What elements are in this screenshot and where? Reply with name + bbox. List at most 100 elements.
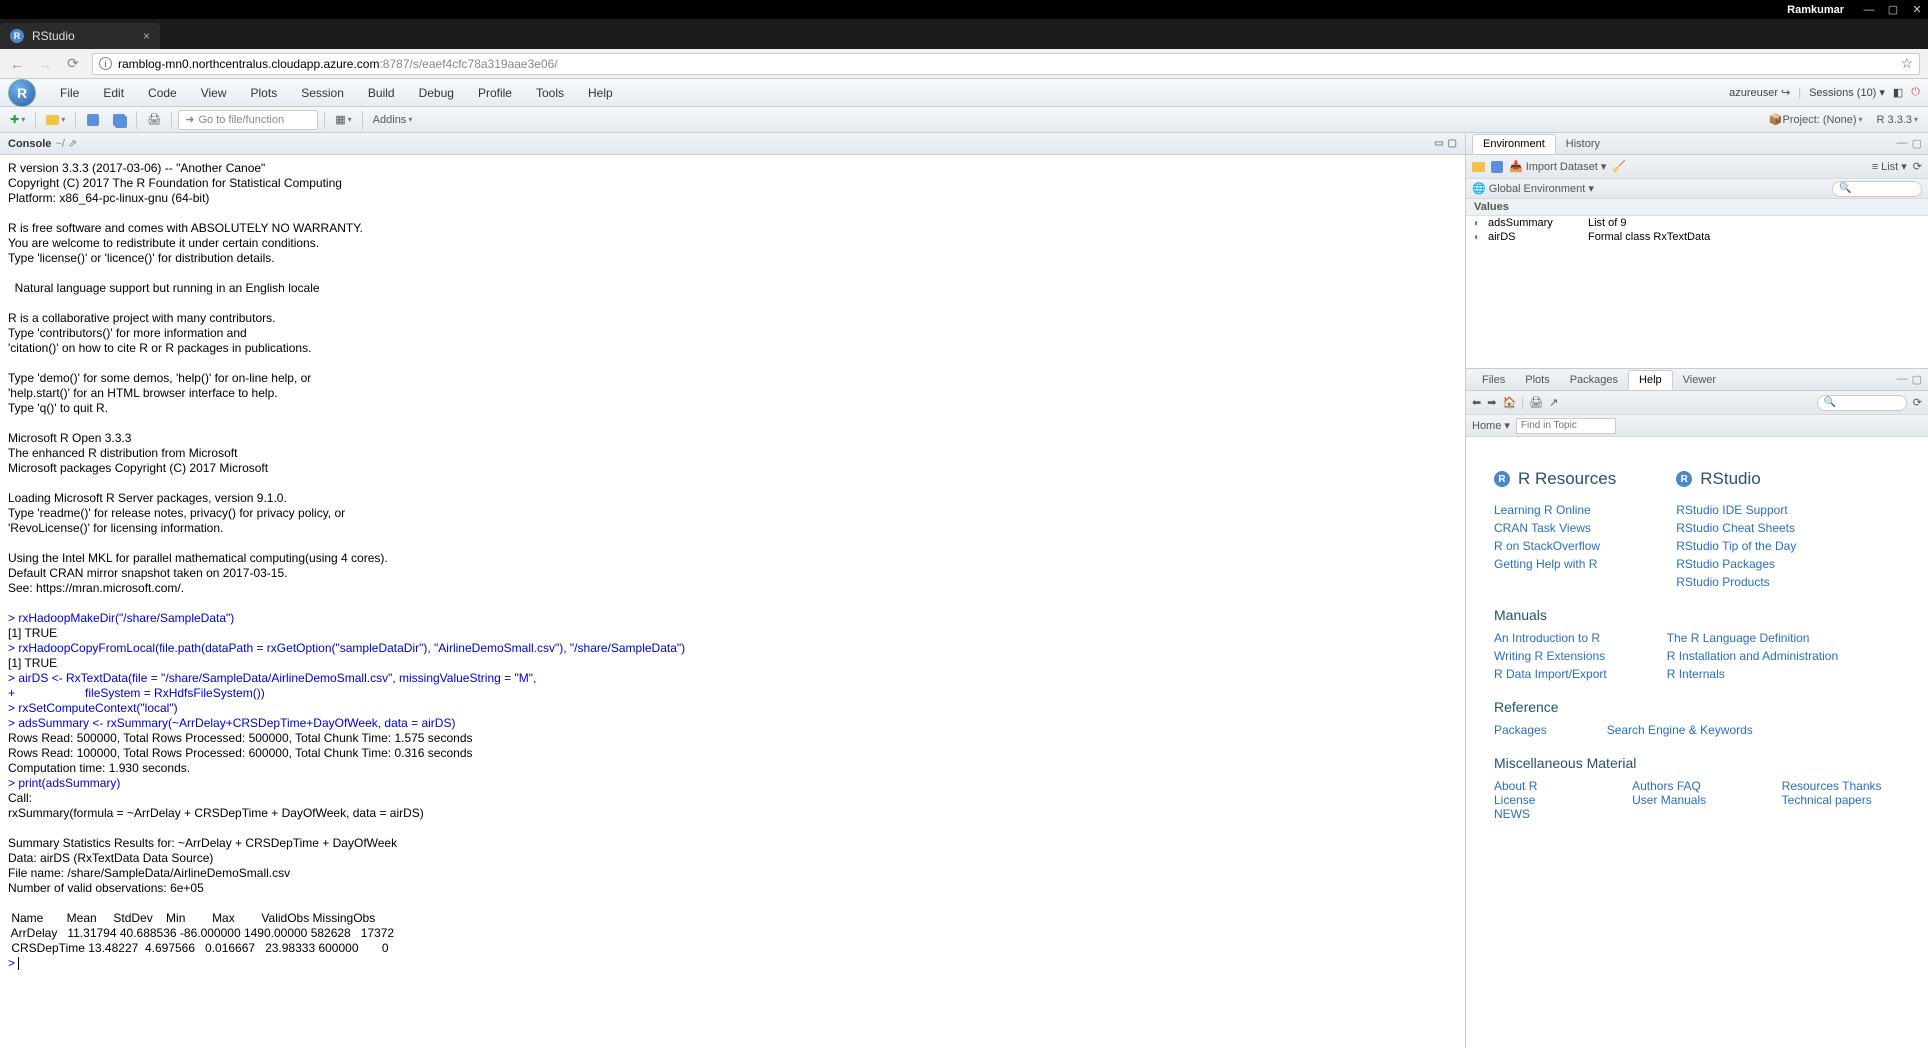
window-close-icon[interactable]: ✕ (1910, 3, 1924, 17)
env-view-mode[interactable]: ≡ List ▾ (1872, 160, 1907, 173)
menu-view[interactable]: View (191, 82, 237, 104)
tab-environment[interactable]: Environment (1472, 134, 1556, 154)
goto-file-input[interactable]: ➜ Go to file/function (178, 110, 318, 130)
tab-help[interactable]: Help (1628, 370, 1673, 390)
menu-session[interactable]: Session (291, 82, 354, 104)
find-in-topic-input[interactable] (1516, 418, 1616, 434)
print-button[interactable]: 🖨 (143, 110, 165, 130)
panel-collapse-icon[interactable]: — (1897, 373, 1908, 386)
expand-icon[interactable]: ◐ (1474, 232, 1488, 243)
help-link[interactable]: License (1494, 793, 1535, 807)
help-link[interactable]: RStudio Products (1676, 575, 1796, 589)
menu-plots[interactable]: Plots (241, 82, 288, 104)
sessions-menu[interactable]: Sessions (10) ▾ (1809, 86, 1885, 99)
help-popout-button[interactable]: ↗ (1549, 396, 1558, 409)
browser-addressbar: ← → ⟳ i ramblog-mn0.northcentralus.cloud… (0, 49, 1928, 79)
nav-reload-icon[interactable]: ⟳ (64, 55, 82, 72)
panel-maximize-icon[interactable]: ▢ (1448, 138, 1457, 149)
help-link[interactable]: Packages (1494, 723, 1547, 737)
panel-minimize-icon[interactable]: ▭ (1434, 138, 1443, 149)
help-print-button[interactable]: 🖨 (1529, 396, 1543, 409)
tab-packages[interactable]: Packages (1560, 371, 1628, 389)
help-link[interactable]: About R (1494, 779, 1537, 793)
menu-tools[interactable]: Tools (526, 82, 574, 104)
window-minimize-icon[interactable]: — (1862, 3, 1876, 17)
menu-build[interactable]: Build (358, 82, 405, 104)
help-link[interactable]: An Introduction to R (1494, 631, 1607, 645)
help-link[interactable]: Learning R Online (1494, 503, 1616, 517)
expand-icon[interactable]: ◐ (1474, 218, 1488, 229)
help-link[interactable]: Thanks (1842, 779, 1881, 793)
console-panel: Console ~/ ⇗ ▭ ▢ R version 3.3.3 (2017-0… (0, 133, 1466, 1048)
help-link[interactable]: The R Language Definition (1667, 631, 1838, 645)
load-workspace-button[interactable] (1472, 162, 1485, 172)
refresh-env-button[interactable]: ⟳ (1913, 160, 1922, 173)
clear-workspace-button[interactable]: 🧹 (1612, 160, 1626, 173)
help-link[interactable]: RStudio IDE Support (1676, 503, 1796, 517)
grid-button[interactable]: ▦ (331, 110, 355, 130)
help-link[interactable]: Getting Help with R (1494, 557, 1616, 571)
import-dataset-button[interactable]: 📥 Import Dataset ▾ (1509, 160, 1606, 173)
site-info-icon[interactable]: i (99, 57, 112, 70)
help-forward-button[interactable]: ➡ (1487, 396, 1496, 409)
tab-viewer[interactable]: Viewer (1673, 371, 1726, 389)
help-link[interactable]: FAQ (1677, 779, 1701, 793)
tab-history[interactable]: History (1556, 135, 1610, 153)
help-refresh-button[interactable]: ⟳ (1913, 396, 1922, 409)
help-link[interactable]: CRAN Task Views (1494, 521, 1616, 535)
env-row[interactable]: ◐ airDS Formal class RxTextData (1466, 230, 1928, 244)
help-home-button[interactable]: 🏠 (1502, 396, 1516, 409)
tab-plots[interactable]: Plots (1515, 371, 1559, 389)
open-file-button[interactable] (42, 110, 69, 130)
help-link[interactable]: Resources (1782, 779, 1839, 793)
help-link[interactable]: RStudio Packages (1676, 557, 1796, 571)
menu-debug[interactable]: Debug (409, 82, 464, 104)
url-input[interactable]: i ramblog-mn0.northcentralus.cloudapp.az… (92, 53, 1920, 75)
tab-files[interactable]: Files (1472, 371, 1515, 389)
console-output[interactable]: R version 3.3.3 (2017-03-06) -- "Another… (0, 155, 1465, 1048)
bookmark-star-icon[interactable]: ☆ (1900, 55, 1913, 72)
help-link[interactable]: User Manuals (1632, 793, 1706, 807)
power-icon[interactable]: ⏻ (1911, 86, 1920, 99)
help-search-input[interactable]: 🔍 (1817, 395, 1907, 411)
panel-layout-icon[interactable]: ▢ (1912, 137, 1922, 150)
panel-collapse-icon[interactable]: — (1897, 137, 1908, 150)
help-link[interactable]: R on StackOverflow (1494, 539, 1616, 553)
help-link[interactable]: R Internals (1667, 667, 1838, 681)
help-link[interactable]: Technical papers (1782, 793, 1872, 807)
help-link[interactable]: R Installation and Administration (1667, 649, 1838, 663)
panel-layout-icon[interactable]: ▢ (1912, 373, 1922, 386)
project-menu[interactable]: 📦 Project: (None) (1765, 110, 1867, 130)
help-link[interactable]: R Data Import/Export (1494, 667, 1607, 681)
nav-forward-icon[interactable]: → (36, 56, 54, 72)
menu-code[interactable]: Code (138, 82, 187, 104)
env-row[interactable]: ◐ adsSummary List of 9 (1466, 216, 1928, 230)
addins-menu[interactable]: Addins (369, 110, 417, 130)
menu-edit[interactable]: Edit (93, 82, 134, 104)
help-link[interactable]: Writing R Extensions (1494, 649, 1607, 663)
help-link[interactable]: NEWS (1494, 807, 1530, 821)
window-maximize-icon[interactable]: ▢ (1886, 3, 1900, 17)
tab-close-icon[interactable]: × (143, 29, 150, 43)
r-version-menu[interactable]: R 3.3.3 (1873, 110, 1922, 130)
save-all-button[interactable] (108, 110, 130, 130)
docked-icon[interactable]: ◧ (1893, 86, 1903, 99)
help-link[interactable]: Search Engine & Keywords (1607, 723, 1753, 737)
help-link[interactable]: RStudio Cheat Sheets (1676, 521, 1796, 535)
nav-back-icon[interactable]: ← (8, 56, 26, 72)
console-path-picker-icon[interactable]: ⇗ (68, 137, 77, 150)
env-scope-selector[interactable]: 🌐 Global Environment ▾ (1472, 182, 1594, 195)
save-workspace-button[interactable] (1491, 161, 1503, 173)
help-breadcrumb[interactable]: Home ▾ (1472, 419, 1510, 432)
menu-profile[interactable]: Profile (468, 82, 522, 104)
save-button[interactable] (82, 110, 104, 130)
user-menu[interactable]: azureuser ↪ (1729, 86, 1790, 99)
menu-file[interactable]: File (50, 82, 89, 104)
help-back-button[interactable]: ⬅ (1472, 396, 1481, 409)
new-file-button[interactable]: ✚ (6, 110, 29, 130)
help-link[interactable]: RStudio Tip of the Day (1676, 539, 1796, 553)
browser-tab[interactable]: R RStudio × (0, 23, 160, 49)
menu-help[interactable]: Help (578, 82, 623, 104)
help-link[interactable]: Authors (1632, 779, 1673, 793)
env-search-input[interactable]: 🔍 (1832, 181, 1922, 197)
